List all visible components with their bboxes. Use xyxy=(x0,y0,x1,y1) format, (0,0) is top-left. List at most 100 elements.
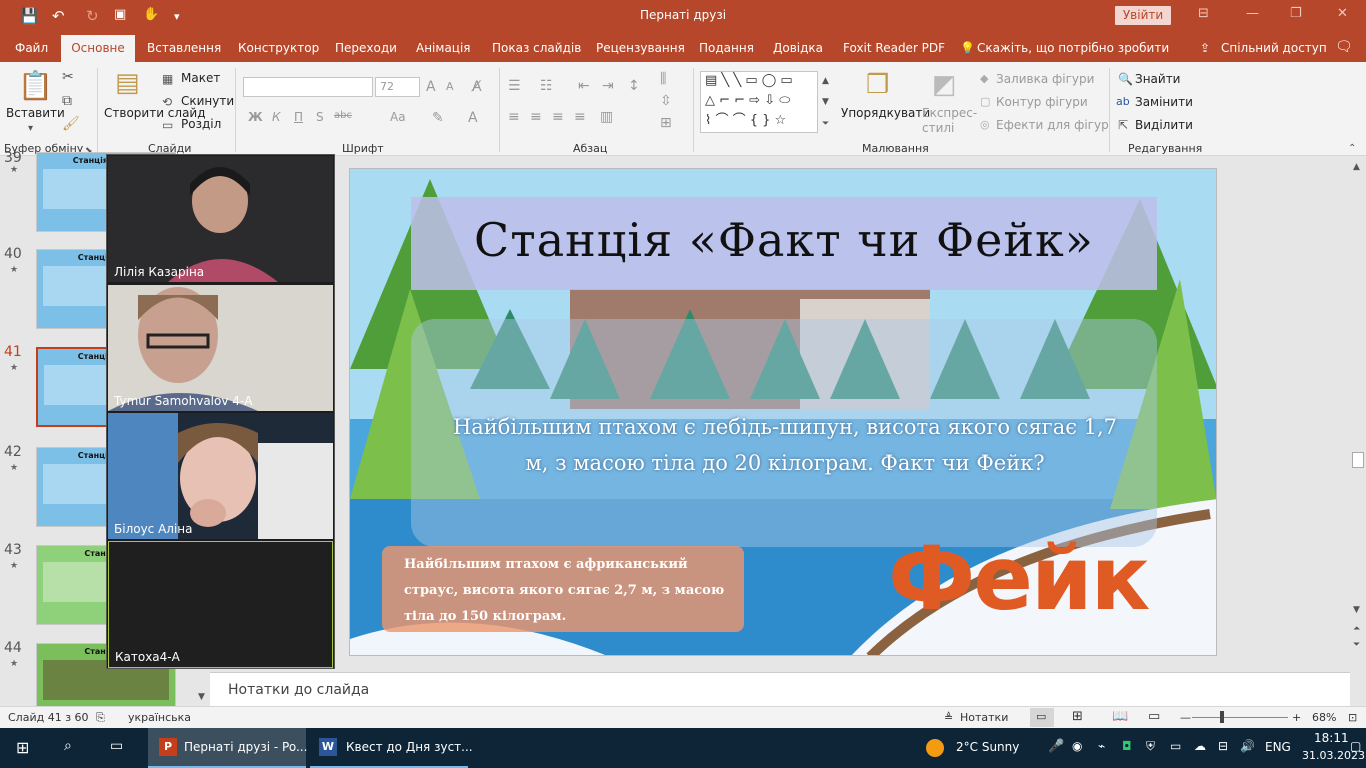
taskbar-app-powerpoint[interactable]: P Пернаті друзі - Po... xyxy=(148,728,307,768)
network-icon[interactable]: ⊟ xyxy=(1218,739,1228,753)
volume-icon[interactable]: 🔊 xyxy=(1240,739,1255,753)
numbering-icon[interactable]: ☷ xyxy=(540,79,553,93)
scroll-up-icon[interactable]: ▲ xyxy=(1353,160,1360,174)
language-status[interactable]: українська xyxy=(128,711,191,724)
comments-icon[interactable]: 🗨 xyxy=(1335,39,1353,55)
tab-foxit[interactable]: Foxit Reader PDF xyxy=(843,41,945,55)
cut-icon[interactable]: ✂ xyxy=(62,70,74,84)
slide-scrollbar[interactable]: ▲ ▼ ⏶ ⏷ xyxy=(1350,156,1366,672)
slide-title[interactable]: Станція «Факт чи Фейк» xyxy=(411,213,1157,267)
minimize-icon[interactable]: — xyxy=(1246,6,1259,21)
share-button[interactable]: Спільний доступ xyxy=(1221,41,1327,55)
tab-file[interactable]: Файл xyxy=(15,41,48,55)
zoom-app-icon[interactable]: ◉ xyxy=(1072,739,1082,753)
line-spacing-icon[interactable]: ↕ xyxy=(628,79,640,93)
decrease-indent-icon[interactable]: ⇤ xyxy=(578,79,590,93)
tab-help[interactable]: Довідка xyxy=(773,41,823,55)
spellcheck-icon[interactable]: ⎘ xyxy=(96,711,105,725)
weather-icon[interactable] xyxy=(926,739,944,757)
align-text-icon[interactable]: ⇳ xyxy=(660,94,672,108)
display-icon[interactable]: ▭ xyxy=(1170,739,1181,753)
paste-dropdown-icon[interactable]: ▾ xyxy=(28,122,33,136)
gallery-up-icon[interactable]: ▲ xyxy=(822,74,829,88)
increase-indent-icon[interactable]: ⇥ xyxy=(602,79,614,93)
zoom-level[interactable]: 68% xyxy=(1312,711,1336,724)
zoom-in-icon[interactable]: + xyxy=(1292,711,1301,724)
zoom-out-icon[interactable]: — xyxy=(1180,711,1191,724)
bullets-icon[interactable]: ☰ xyxy=(508,79,521,93)
participant-tile-active-speaker[interactable]: Катоха4-А xyxy=(108,541,333,668)
maximize-icon[interactable]: ❐ xyxy=(1290,6,1302,21)
tab-transitions[interactable]: Переходи xyxy=(335,41,397,55)
justify-icon[interactable]: ≡ xyxy=(574,110,586,124)
find-button[interactable]: Знайти xyxy=(1135,72,1180,86)
scroll-down-icon[interactable]: ▼ xyxy=(198,690,205,704)
tab-view[interactable]: Подання xyxy=(699,41,754,55)
notes-pane[interactable]: Нотатки до слайда xyxy=(210,672,1350,706)
tab-review[interactable]: Рецензування xyxy=(596,41,685,55)
shape-effects-button[interactable]: Ефекти для фігур xyxy=(996,118,1109,132)
change-case-button[interactable]: Аа xyxy=(390,110,406,124)
shield-icon[interactable]: ⛨ xyxy=(1146,739,1155,754)
clear-format-icon[interactable]: A̸ xyxy=(472,80,482,94)
smartart-icon[interactable]: ⊞ xyxy=(660,116,672,130)
close-icon[interactable]: ✕ xyxy=(1337,6,1348,21)
arrange-button[interactable]: Упорядкувати xyxy=(841,106,930,120)
tab-slideshow[interactable]: Показ слайдів xyxy=(492,41,581,55)
search-icon[interactable]: ⌕ xyxy=(64,738,72,754)
notes-toggle-button[interactable]: Нотатки xyxy=(960,711,1008,724)
clock-time[interactable]: 18:11 xyxy=(1314,731,1349,745)
task-view-icon[interactable]: ▭ xyxy=(110,738,123,754)
usb-icon[interactable]: ⌁ xyxy=(1098,739,1105,753)
format-painter-icon[interactable]: 🖌 xyxy=(62,117,80,131)
columns-icon[interactable]: ▥ xyxy=(600,110,613,124)
shape-outline-button[interactable]: Контур фігури xyxy=(996,95,1088,109)
notification-icon[interactable]: ▢ xyxy=(1350,739,1361,753)
font-color-icon[interactable]: A xyxy=(468,111,478,125)
zoom-slider-thumb[interactable] xyxy=(1220,711,1224,723)
highlight-icon[interactable]: ✎ xyxy=(432,111,444,125)
layout-button[interactable]: Макет xyxy=(181,71,220,85)
input-language[interactable]: ENG xyxy=(1265,740,1291,754)
participant-tile[interactable]: Tymur Samohvalov 4-А xyxy=(108,285,333,411)
shadow-button[interactable]: S xyxy=(316,110,324,124)
tell-me-search[interactable]: Скажіть, що потрібно зробити xyxy=(977,41,1169,55)
zoom-slider[interactable] xyxy=(1192,717,1288,718)
increase-font-icon[interactable]: A xyxy=(426,80,436,94)
windows-start-icon[interactable]: ⊞ xyxy=(16,738,29,757)
new-slide-icon[interactable]: ▤ xyxy=(115,70,140,96)
font-size-combo[interactable]: 72 xyxy=(375,77,420,97)
verdict-text[interactable]: Фейк xyxy=(888,527,1150,630)
shape-fill-button[interactable]: Заливка фігури xyxy=(996,72,1094,86)
answer-box[interactable]: Найбільшим птахом є африканський страус,… xyxy=(382,546,744,632)
tab-home[interactable]: Основне xyxy=(61,35,135,63)
gallery-down-icon[interactable]: ▼ xyxy=(822,95,829,109)
underline-button[interactable]: П xyxy=(294,110,303,124)
slide-sorter-icon[interactable]: ⊞ xyxy=(1072,709,1083,724)
select-button[interactable]: Виділити xyxy=(1135,118,1193,132)
tab-animations[interactable]: Анімація xyxy=(416,41,471,55)
paste-button[interactable]: Вставити xyxy=(6,106,65,120)
question-text[interactable]: Найбільшим птахом є лебідь-шипун, висота… xyxy=(440,409,1130,481)
strikethrough-button[interactable]: abc xyxy=(334,110,352,121)
reset-button[interactable]: Скинути xyxy=(181,94,234,108)
onedrive-icon[interactable]: ☁ xyxy=(1194,739,1206,753)
section-button[interactable]: Розділ xyxy=(181,117,221,131)
tab-insert[interactable]: Вставлення xyxy=(147,41,221,55)
collapse-ribbon-icon[interactable]: ⌃ xyxy=(1348,142,1356,156)
tab-design[interactable]: Конструктор xyxy=(238,41,319,55)
align-center-icon[interactable]: ≡ xyxy=(530,110,542,124)
slideshow-icon[interactable]: ▭ xyxy=(1148,709,1160,724)
font-name-combo[interactable] xyxy=(243,77,373,97)
text-direction-icon[interactable]: ⫼ xyxy=(660,72,666,86)
replace-button[interactable]: Замінити xyxy=(1135,95,1193,109)
bold-button[interactable]: Ж xyxy=(248,110,263,124)
tray-app-icon[interactable]: ◘ xyxy=(1122,739,1132,753)
reading-view-icon[interactable]: 📖 xyxy=(1112,709,1128,724)
signin-button[interactable]: Увійти xyxy=(1115,6,1171,25)
gallery-more-icon[interactable]: ⏷ xyxy=(822,117,829,131)
align-left-icon[interactable]: ≡ xyxy=(508,110,520,124)
quick-styles-button[interactable]: Експрес-стилі xyxy=(922,106,977,136)
scroll-thumb[interactable] xyxy=(1352,452,1364,468)
normal-view-button[interactable]: ▭ xyxy=(1030,708,1054,727)
